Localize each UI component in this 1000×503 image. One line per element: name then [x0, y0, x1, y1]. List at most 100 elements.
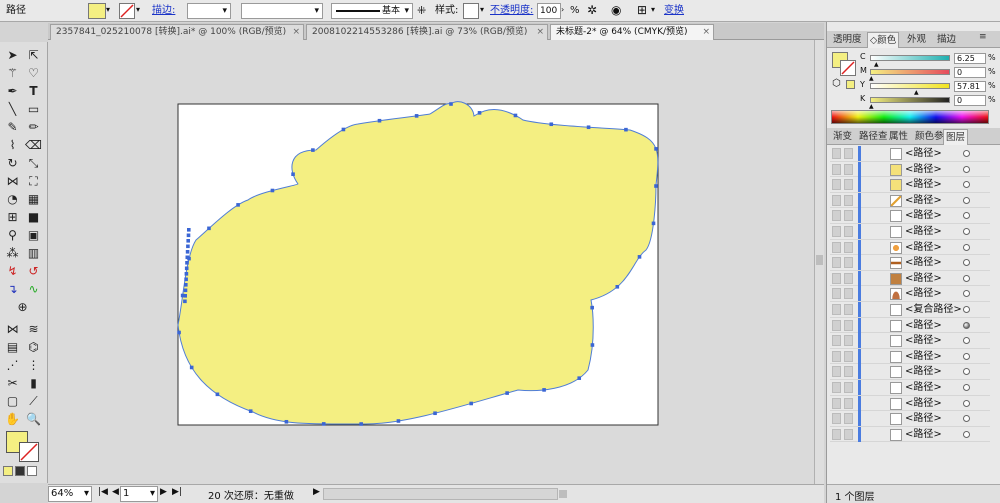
tab-layers[interactable]: 图层	[943, 129, 969, 145]
target-circle-icon[interactable]	[963, 352, 970, 360]
layer-row[interactable]: <路径>	[830, 395, 990, 412]
tab-color[interactable]: ◇颜色	[867, 32, 900, 48]
direct-selection-tool-icon[interactable]: ⇱	[24, 46, 43, 64]
status-menu-icon[interactable]: ▶	[313, 487, 320, 497]
layer-name[interactable]: <路径>	[905, 287, 942, 300]
layer-name[interactable]: <路径>	[905, 272, 942, 285]
magic-wand-tool-icon[interactable]: ⚚	[3, 64, 22, 82]
rotate-tool-icon[interactable]: ↻	[3, 154, 22, 172]
smooth-tool-icon[interactable]: ∿	[24, 280, 43, 298]
doc-tab-1[interactable]: 2357841_025210078 [转换].ai* @ 100% (RGB/预…	[50, 24, 304, 40]
layer-row[interactable]: <路径>	[830, 317, 990, 334]
layer-name[interactable]: <路径>	[905, 225, 942, 238]
visibility-toggle[interactable]	[832, 241, 841, 253]
paintbrush-tool-icon[interactable]: ✎	[3, 118, 22, 136]
tab-transparency[interactable]: 透明度	[831, 32, 864, 48]
target-circle-icon[interactable]	[963, 430, 970, 438]
color-mode-button[interactable]	[3, 466, 13, 476]
visibility-toggle[interactable]	[832, 366, 841, 378]
chevron-down-icon[interactable]: ▾	[651, 5, 655, 14]
horizontal-scrollbar[interactable]	[323, 488, 567, 500]
layer-name[interactable]: <路径>	[905, 163, 942, 176]
lock-toggle[interactable]	[844, 226, 853, 237]
visibility-toggle[interactable]	[832, 335, 841, 347]
shape-builder-tool-icon[interactable]: ◔	[3, 190, 22, 208]
eyedropper-tool-icon[interactable]: ⚲	[3, 226, 22, 244]
slice-select-tool-icon[interactable]: ⟋	[24, 392, 43, 410]
lock-toggle[interactable]	[844, 413, 853, 425]
lock-toggle[interactable]	[844, 382, 853, 393]
tab-gradient[interactable]: 渐变	[831, 129, 854, 145]
target-circle-icon[interactable]	[963, 181, 970, 189]
mesh-tool-icon[interactable]: ⊞	[3, 208, 22, 226]
layer-row[interactable]: <路径>	[830, 239, 990, 256]
channel-y[interactable]: Y ▲ 57.81 %	[860, 80, 1000, 96]
fill-swatch[interactable]	[88, 3, 106, 19]
layer-name[interactable]: <复合路径>	[905, 303, 962, 316]
none-mode-button[interactable]	[27, 466, 37, 476]
pencil-tool-icon[interactable]: ✏	[24, 118, 43, 136]
target-circle-icon[interactable]	[963, 196, 970, 204]
channel-m[interactable]: M ▲ 0 %	[860, 66, 1000, 82]
transform-link[interactable]: 变换	[664, 3, 684, 19]
lock-toggle[interactable]	[844, 397, 853, 409]
lock-toggle[interactable]	[844, 319, 853, 331]
lock-toggle[interactable]	[844, 194, 853, 206]
layer-row[interactable]: <路径>	[830, 380, 990, 396]
lock-toggle[interactable]	[844, 257, 853, 269]
visibility-toggle[interactable]	[832, 428, 841, 440]
close-icon[interactable]: ×	[702, 25, 710, 39]
visibility-toggle[interactable]	[832, 163, 841, 175]
stroke-none-swatch[interactable]	[119, 3, 135, 19]
target-circle-icon[interactable]	[963, 415, 970, 423]
lasso-tool-icon[interactable]: ♡	[24, 64, 43, 82]
tab-appearance[interactable]: 外观	[905, 32, 928, 48]
layer-row[interactable]: <路径>	[830, 270, 990, 287]
target-circle-icon[interactable]	[963, 274, 970, 282]
layer-name[interactable]: <路径>	[905, 412, 942, 425]
close-icon[interactable]: ×	[536, 25, 544, 39]
variable-width-dropdown[interactable]: ▾	[241, 3, 323, 19]
lock-toggle[interactable]	[844, 366, 853, 378]
perspective-grid-tool-icon[interactable]: ▦	[24, 190, 43, 208]
visibility-toggle[interactable]	[832, 257, 841, 269]
next-artboard-icon[interactable]: ▶	[160, 487, 167, 497]
chevron-down-icon[interactable]: ▾	[106, 5, 110, 14]
eraser-tool-icon[interactable]: ⌫	[24, 136, 43, 154]
lock-toggle[interactable]	[844, 304, 853, 315]
layer-row[interactable]: <路径>	[830, 146, 990, 162]
crosshair-tool-icon[interactable]: ⊕	[13, 298, 32, 316]
opacity-field[interactable]: 100	[537, 3, 561, 19]
doc-tab-2[interactable]: 2008102214553286 [转换].ai @ 73% (RGB/预览) ×	[306, 24, 548, 40]
channel-c[interactable]: C ▲ 6.25 %	[860, 52, 1000, 68]
target-circle-icon[interactable]	[963, 165, 970, 173]
layer-row[interactable]: <路径>	[830, 286, 990, 302]
visibility-toggle[interactable]	[832, 226, 841, 237]
target-circle-icon[interactable]	[963, 306, 970, 313]
chevron-down-icon[interactable]: ▾	[480, 5, 484, 14]
gradient-tool-icon[interactable]: ■	[24, 208, 43, 226]
last-artboard-icon[interactable]: ▶|	[172, 487, 182, 497]
chevron-down-icon[interactable]: ▾	[136, 5, 140, 14]
last-color-swatch[interactable]	[846, 80, 855, 89]
layer-name[interactable]: <路径>	[905, 194, 942, 207]
lock-toggle[interactable]	[844, 335, 853, 347]
doc-tab-3[interactable]: 未标题-2* @ 64% (CMYK/预览) ×	[550, 24, 714, 40]
layer-row[interactable]: <路径>	[830, 411, 990, 427]
target-circle-icon[interactable]	[963, 337, 970, 345]
target-circle-icon[interactable]	[963, 212, 970, 220]
brush-definition-dropdown[interactable]: 基本 ▾	[331, 3, 413, 19]
layer-name[interactable]: <路径>	[905, 256, 942, 269]
anchor-convert-tool-icon[interactable]: ↯	[3, 262, 22, 280]
layer-name[interactable]: <路径>	[905, 241, 942, 254]
canvas-area[interactable]	[48, 40, 814, 484]
rectangle-tool-icon[interactable]: ▭	[24, 100, 43, 118]
lock-toggle[interactable]	[844, 428, 853, 440]
target-circle-icon[interactable]	[963, 243, 970, 251]
lock-toggle[interactable]	[844, 288, 853, 300]
slice-tool-icon[interactable]: ✂	[3, 374, 22, 392]
visibility-toggle[interactable]	[832, 397, 841, 409]
layer-row[interactable]: <路径>	[830, 426, 990, 443]
lock-toggle[interactable]	[844, 210, 853, 222]
layer-name[interactable]: <路径>	[905, 428, 942, 441]
